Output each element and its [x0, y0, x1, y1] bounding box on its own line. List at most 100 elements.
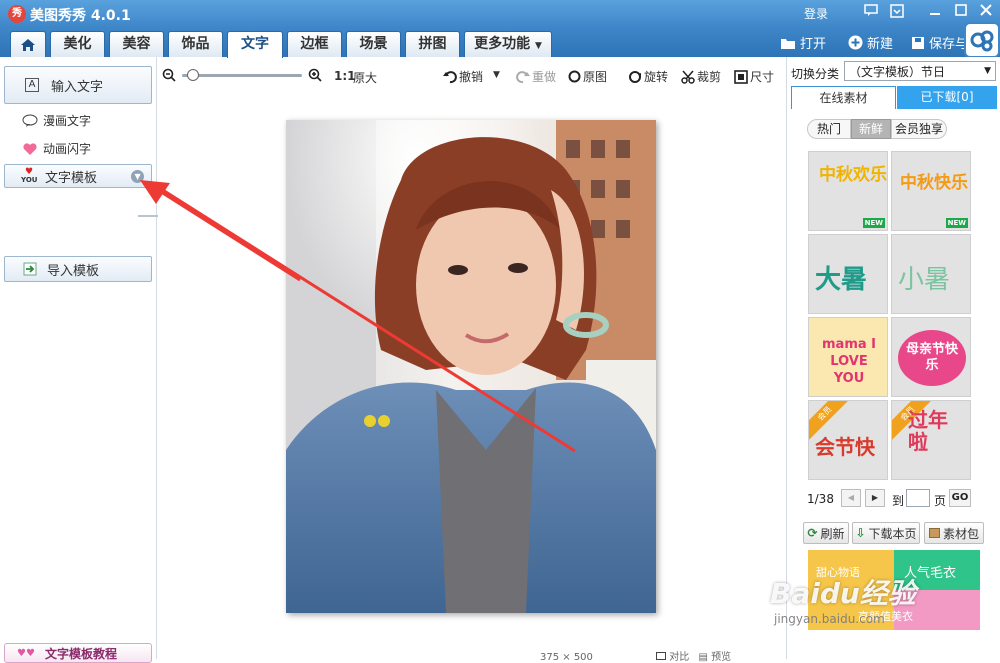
save-icon — [912, 36, 924, 49]
template-thumb[interactable]: 中秋欢乐 NEW — [808, 151, 888, 231]
minimize-icon[interactable] — [926, 4, 944, 22]
redo-button[interactable]: 重做 — [516, 68, 556, 85]
input-text-label: 输入文字 — [51, 79, 104, 95]
import-template-label: 导入模板 — [47, 263, 100, 279]
preview-label[interactable]: 预览 — [711, 652, 731, 663]
canvas-toolbar: 1:1 原大 撤销 ▼ 重做 原图 旋转 裁剪 尺寸 — [158, 62, 785, 90]
template-thumb[interactable]: mama I LOVE YOU — [808, 317, 888, 397]
filter-fresh[interactable]: 新鲜 — [851, 119, 891, 139]
thumb-text: 小暑 — [898, 265, 951, 295]
circle-icon — [568, 70, 581, 83]
category-select[interactable]: （文字模板）节日 ▼ — [844, 61, 996, 81]
plus-circle-icon — [848, 35, 863, 50]
import-template-button[interactable]: 导入模板 — [4, 256, 152, 282]
refresh-label: 刷新 — [820, 526, 845, 541]
import-icon — [23, 262, 37, 276]
folder-icon — [781, 38, 795, 49]
tab-scene[interactable]: 场景 — [346, 31, 401, 57]
tab-more-label: 更多功能 — [474, 36, 531, 52]
tab-text[interactable]: 文字 — [227, 31, 283, 58]
thumb-text: 中秋欢乐 — [819, 165, 887, 185]
undo-button[interactable]: 撤销 — [443, 68, 483, 85]
tab-accessories[interactable]: 饰品 — [168, 31, 223, 57]
watermark-line2: jingyan.baidu.com — [774, 612, 885, 626]
open-button[interactable]: 打开 — [780, 33, 826, 52]
comic-text-item[interactable]: 漫画文字 — [22, 112, 91, 129]
left-panel: A 输入文字 漫画文字 动画闪字 ♥ YOU 文字模板 ▼ 导入模板 ♥♥ 文字模… — [0, 57, 194, 663]
skin-icon[interactable] — [888, 4, 906, 22]
template-thumb[interactable]: 小暑 — [891, 234, 971, 314]
close-icon[interactable] — [977, 4, 995, 22]
template-thumb[interactable]: 会员 过年啦 — [891, 400, 971, 480]
original-label: 原图 — [583, 70, 608, 84]
filter-hot[interactable]: 热门 — [807, 119, 851, 139]
original-size-label[interactable]: 原大 — [353, 69, 377, 86]
status-bar: 375 × 500 对比 ▤ 预览 — [540, 648, 731, 663]
new-button[interactable]: 新建 — [848, 33, 893, 52]
tutorial-button[interactable]: ♥♥ 文字模板教程 — [4, 643, 152, 663]
tab-beautify[interactable]: 美化 — [50, 31, 105, 57]
package-icon — [928, 528, 940, 538]
thumb-text: 会节快 — [815, 435, 875, 459]
refresh-icon: ⟳ — [807, 526, 818, 540]
maximize-icon[interactable] — [952, 4, 970, 22]
tab-online-materials[interactable]: 在线素材 — [791, 86, 896, 109]
original-button[interactable]: 原图 — [568, 68, 607, 85]
anim-text-item[interactable]: 动画闪字 — [22, 140, 91, 157]
filter-tabs: 热门 新鲜 会员独享 — [807, 119, 947, 139]
rotate-icon — [629, 70, 641, 83]
tab-more-features[interactable]: 更多功能 ▼ — [464, 31, 552, 57]
template-thumb[interactable]: 会员 会节快 — [808, 400, 888, 480]
login-link[interactable]: 登录 — [804, 5, 828, 22]
tab-home[interactable] — [10, 31, 46, 57]
input-text-button[interactable]: A 输入文字 — [4, 66, 152, 104]
tab-frame[interactable]: 边框 — [287, 31, 342, 57]
download-page-label: 下载本页 — [868, 526, 917, 541]
size-button[interactable]: 尺寸 — [734, 68, 774, 85]
template-thumb[interactable]: 母亲节快乐 — [891, 317, 971, 397]
new-label: 新建 — [867, 37, 894, 52]
scissors-icon — [681, 70, 695, 84]
switch-category-label: 切换分类 — [791, 67, 840, 81]
rotate-button[interactable]: 旋转 — [628, 68, 668, 85]
goto-label: 到 — [892, 494, 905, 508]
zoom-in-icon[interactable] — [308, 68, 322, 85]
tab-beauty[interactable]: 美容 — [109, 31, 164, 57]
prev-page-button[interactable]: ◀ — [841, 489, 861, 507]
zoom-out-icon[interactable] — [162, 68, 176, 85]
expand-circle-icon[interactable]: ▼ — [131, 169, 145, 183]
image-dimensions: 375 × 500 — [540, 652, 593, 663]
thumb-text: 大暑 — [815, 265, 868, 295]
edited-photo[interactable] — [286, 120, 656, 613]
tab-collage[interactable]: 拼图 — [405, 31, 460, 57]
message-icon[interactable] — [862, 4, 880, 22]
filter-vip[interactable]: 会员独享 — [891, 119, 947, 139]
zoom-slider-knob[interactable] — [187, 69, 200, 81]
compare-label[interactable]: 对比 — [669, 652, 689, 663]
share-badge-icon[interactable] — [964, 22, 1000, 58]
text-a-icon: A — [25, 78, 39, 92]
zoom-slider[interactable] — [182, 69, 302, 81]
chevron-down-icon: ▼ — [534, 41, 542, 51]
undo-dropdown-icon[interactable]: ▼ — [493, 70, 500, 80]
template-thumb[interactable]: 中秋快乐 NEW — [891, 151, 971, 231]
go-button[interactable]: GO — [949, 489, 971, 507]
preview-icon[interactable]: ▤ — [698, 652, 707, 663]
material-pack-button[interactable]: 素材包 — [924, 522, 984, 544]
thumb-text: 中秋快乐 — [900, 173, 968, 193]
watermark-line1: Baidu经验 — [770, 577, 916, 610]
download-icon: ⇩ — [855, 526, 866, 540]
tab-downloaded[interactable]: 已下载[0] — [897, 86, 997, 109]
text-template-button[interactable]: ♥ YOU 文字模板 ▼ — [4, 164, 152, 188]
page-input[interactable] — [906, 489, 930, 507]
refresh-button[interactable]: ⟳ 刷新 — [803, 522, 849, 544]
next-page-button[interactable]: ▶ — [865, 489, 885, 507]
home-icon — [21, 39, 35, 51]
chevron-down-icon: ▼ — [984, 66, 991, 76]
undo-icon — [443, 70, 457, 83]
love-you-icon-text: YOU — [21, 176, 38, 184]
crop-button[interactable]: 裁剪 — [681, 68, 721, 85]
download-page-button[interactable]: ⇩ 下载本页 — [852, 522, 920, 544]
template-thumb[interactable]: 大暑 — [808, 234, 888, 314]
rotate-label: 旋转 — [644, 70, 669, 84]
